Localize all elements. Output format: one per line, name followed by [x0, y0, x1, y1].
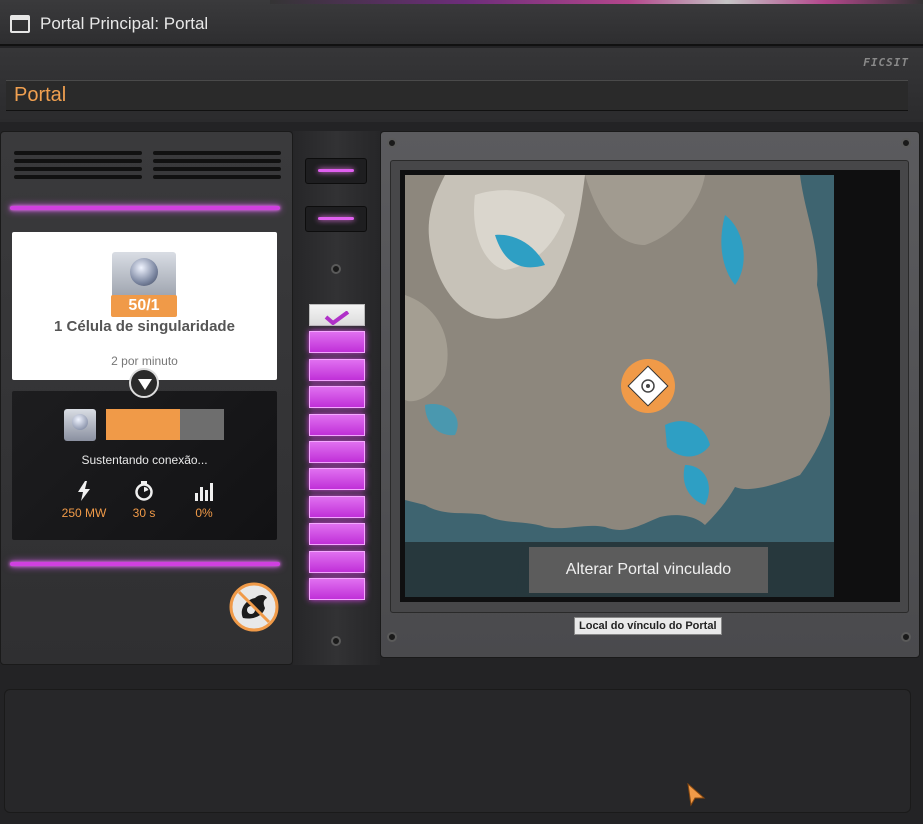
- power-segment: [309, 495, 365, 518]
- power-segment: [309, 386, 365, 409]
- power-segment: [309, 331, 365, 354]
- connection-progress-bar: [106, 409, 224, 440]
- item-count-badge: 50/1: [111, 295, 177, 317]
- rivet: [901, 138, 911, 148]
- mouse-cursor-icon: [687, 783, 706, 807]
- power-segment: [309, 550, 365, 573]
- vent-grille-right: [153, 151, 281, 185]
- power-segment: [309, 523, 365, 546]
- status-text: Sustentando conexão...: [81, 453, 208, 467]
- expand-recipe-button[interactable]: [129, 368, 159, 398]
- timer-icon: [135, 481, 153, 501]
- neon-strip-top: [10, 206, 280, 210]
- vent-grille-left: [14, 151, 142, 185]
- window-title: Portal Principal: Portal: [40, 14, 209, 33]
- rivet: [331, 636, 341, 646]
- recipe-rate: 2 por minuto: [111, 354, 178, 368]
- status-box: Sustentando conexão... 250 MW 30 s 0%: [12, 391, 277, 540]
- power-icon: [78, 481, 90, 501]
- power-segment: [309, 358, 365, 381]
- power-segment: [309, 413, 365, 436]
- neon-tube-1: [305, 158, 367, 184]
- window-icon: [10, 15, 30, 33]
- stat-productivity-value: 0%: [195, 506, 213, 520]
- rivet: [331, 264, 341, 274]
- check-icon: [324, 311, 350, 325]
- rivet: [387, 138, 397, 148]
- no-power-shard-icon[interactable]: [229, 582, 279, 632]
- stat-power: 250 MW: [54, 481, 114, 520]
- stat-timer: 30 s: [114, 481, 174, 520]
- rivet: [901, 632, 911, 642]
- stat-timer-value: 30 s: [132, 506, 156, 520]
- portal-window: Portal Principal: Portal FICSIT Portal 5…: [0, 0, 923, 824]
- productivity-icon: [195, 483, 213, 501]
- neon-tube-2: [305, 206, 367, 232]
- change-linked-portal-button[interactable]: Alterar Portal vinculado: [529, 547, 768, 593]
- ficsit-logo: FICSIT: [863, 56, 909, 69]
- power-segment-check: [309, 304, 365, 326]
- stat-productivity: 0%: [174, 481, 234, 520]
- title-decoration: [270, 0, 923, 4]
- singularity-cell-icon: [112, 252, 176, 300]
- building-name: Portal: [14, 84, 67, 106]
- power-segment: [309, 468, 365, 491]
- singularity-cell-small-icon: [64, 409, 96, 441]
- power-segment: [309, 441, 365, 463]
- recipe-name: 1 Célula de singularidade: [54, 318, 235, 335]
- recipe-card[interactable]: 50/1 1 Célula de singularidade 2 por min…: [12, 232, 277, 380]
- inventory-area: [4, 689, 911, 813]
- stat-power-value: 250 MW: [61, 506, 107, 520]
- portal-location-marker[interactable]: [620, 358, 676, 414]
- neon-strip-bottom: [10, 562, 280, 566]
- power-segment: [309, 578, 365, 600]
- title-bar: Portal Principal: Portal: [0, 0, 923, 46]
- portal-link-tooltip: Local do vínculo do Portal: [574, 617, 722, 635]
- building-name-bar[interactable]: Portal: [6, 80, 908, 111]
- rivet: [387, 632, 397, 642]
- progress-fill: [106, 409, 181, 440]
